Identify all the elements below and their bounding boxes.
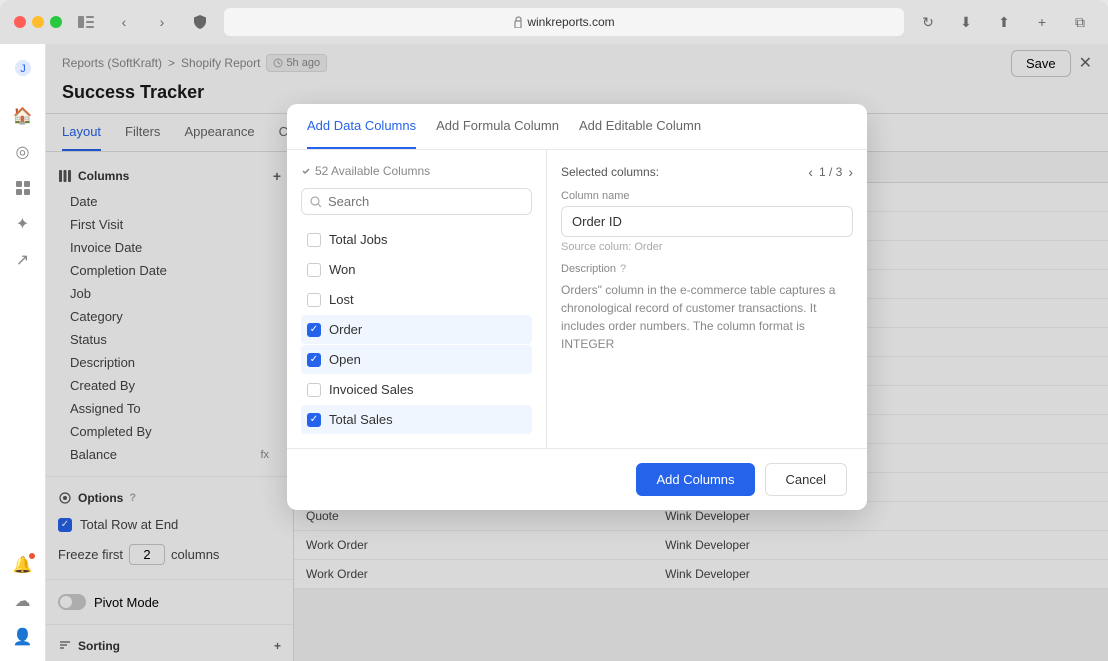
rail-home2-icon[interactable]: 🏠 — [7, 100, 39, 132]
modal-overlay: Add Data Columns Add Formula Column Add … — [46, 44, 1108, 661]
address-bar[interactable]: winkreports.com — [224, 8, 904, 36]
rail-cloud-icon[interactable]: ☁ — [7, 585, 39, 617]
description-help-icon[interactable]: ? — [620, 263, 626, 275]
forward-btn[interactable]: › — [148, 8, 176, 36]
url-text: winkreports.com — [527, 15, 614, 29]
description-text: Orders" column in the e-commerce table c… — [561, 281, 853, 353]
source-label: Source colum: Order — [561, 241, 853, 253]
download-btn[interactable]: ⬇ — [952, 8, 980, 36]
app-container: J 🏠 ◎ ✦ ↗ 🔔 ☁ 👤 Reports (SoftKraft) > Sh… — [0, 44, 1108, 661]
rail-star-icon[interactable]: ✦ — [7, 208, 39, 240]
available-count-text: 52 Available Columns — [315, 164, 430, 178]
back-btn[interactable]: ‹ — [110, 8, 138, 36]
selected-label: Selected columns: — [561, 165, 659, 179]
copy-tab-btn[interactable]: ⧉ — [1066, 8, 1094, 36]
prev-column-btn[interactable]: ‹ — [808, 164, 813, 180]
col-item-open[interactable]: ✓ Open — [301, 345, 532, 374]
svg-text:J: J — [20, 63, 26, 75]
col-item-order[interactable]: ✓ Order — [301, 315, 532, 344]
cancel-button[interactable]: Cancel — [765, 463, 847, 496]
column-nav: ‹ 1 / 3 › — [808, 164, 853, 180]
col-checkbox[interactable] — [307, 383, 321, 397]
close-traffic-light[interactable] — [14, 16, 26, 28]
add-columns-button[interactable]: Add Columns — [636, 463, 754, 496]
modal-footer: Add Columns Cancel — [287, 448, 867, 510]
modal-tab-editable-column[interactable]: Add Editable Column — [579, 104, 701, 149]
modal-tab-formula-column[interactable]: Add Formula Column — [436, 104, 559, 149]
notification-dot — [29, 553, 35, 559]
col-item-lost[interactable]: Lost — [301, 285, 532, 314]
column-search-box[interactable] — [301, 188, 532, 215]
search-icon — [310, 196, 322, 208]
column-list: Total Jobs Won Lost ✓ — [301, 225, 532, 434]
main-area: Reports (SoftKraft) > Shopify Report 5h … — [46, 44, 1108, 661]
modal-tab-data-columns[interactable]: Add Data Columns — [307, 104, 416, 149]
modal-body: 52 Available Columns Total Jobs — [287, 150, 867, 448]
col-checkbox[interactable] — [307, 233, 321, 247]
column-name-input[interactable] — [561, 206, 853, 237]
col-item-invoiced-sales[interactable]: Invoiced Sales — [301, 375, 532, 404]
col-checkbox[interactable] — [307, 263, 321, 277]
browser-security-icon — [186, 8, 214, 36]
column-name-label: Column name — [561, 190, 853, 202]
browser-chrome: ‹ › winkreports.com ↻ ⬇ ⬆ + ⧉ — [0, 0, 1108, 44]
browser-actions: ⬇ ⬆ + ⧉ — [952, 8, 1094, 36]
col-item-total-jobs[interactable]: Total Jobs — [301, 225, 532, 254]
col-item-won[interactable]: Won — [301, 255, 532, 284]
modal-tabs: Add Data Columns Add Formula Column Add … — [287, 104, 867, 150]
page-info: 1 / 3 — [819, 165, 842, 179]
share-btn[interactable]: ⬆ — [990, 8, 1018, 36]
left-rail: J 🏠 ◎ ✦ ↗ 🔔 ☁ 👤 — [0, 44, 46, 661]
rail-arrow-icon[interactable]: ↗ — [7, 244, 39, 276]
col-checkbox[interactable] — [307, 293, 321, 307]
selected-column-panel: Selected columns: ‹ 1 / 3 › Column name … — [547, 150, 867, 448]
rail-grid-icon[interactable] — [7, 172, 39, 204]
rail-user-icon[interactable]: 👤 — [7, 621, 39, 653]
traffic-lights — [14, 16, 62, 28]
rail-clock-icon[interactable]: ◎ — [7, 136, 39, 168]
reload-btn[interactable]: ↻ — [914, 8, 942, 36]
rail-bell-icon[interactable]: 🔔 — [7, 549, 39, 581]
col-item-total-sales[interactable]: ✓ Total Sales — [301, 405, 532, 434]
minimize-traffic-light[interactable] — [32, 16, 44, 28]
col-checkbox-checked[interactable]: ✓ — [307, 353, 321, 367]
col-checkbox-checked[interactable]: ✓ — [307, 413, 321, 427]
description-label: Description ? — [561, 263, 853, 275]
new-tab-btn[interactable]: + — [1028, 8, 1056, 36]
available-count: 52 Available Columns — [301, 164, 532, 178]
next-column-btn[interactable]: › — [848, 164, 853, 180]
sidebar-toggle-btn[interactable] — [72, 8, 100, 36]
add-data-columns-modal: Add Data Columns Add Formula Column Add … — [287, 104, 867, 510]
col-checkbox-checked[interactable]: ✓ — [307, 323, 321, 337]
rail-home-icon[interactable]: J — [7, 52, 39, 84]
search-input[interactable] — [328, 194, 523, 209]
selected-header: Selected columns: ‹ 1 / 3 › — [561, 164, 853, 180]
maximize-traffic-light[interactable] — [50, 16, 62, 28]
available-columns-panel: 52 Available Columns Total Jobs — [287, 150, 547, 448]
